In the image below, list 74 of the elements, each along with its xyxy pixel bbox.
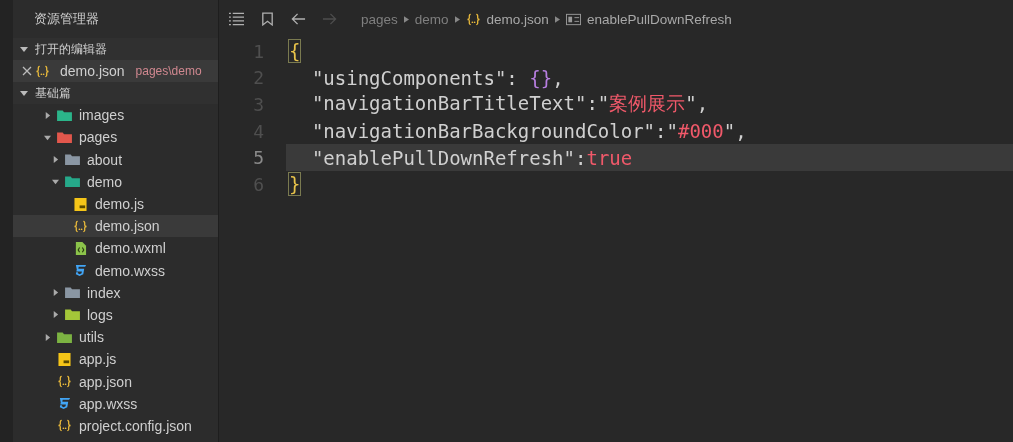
braces-icon <box>35 64 50 78</box>
css-file-icon <box>57 397 72 411</box>
chevron-right-icon <box>403 15 409 23</box>
tree-item[interactable]: app.wxss <box>13 392 218 415</box>
panel-title: 资源管理器 <box>33 10 100 28</box>
code-line: "usingComponents": {}, <box>310 66 564 89</box>
caret-down-icon[interactable] <box>44 133 51 141</box>
chevron-right-icon <box>554 15 560 23</box>
braces-icon <box>57 419 72 433</box>
code-line: "navigationBarTitleText":"案例展示", <box>310 91 709 117</box>
caret-right-icon[interactable] <box>44 111 51 119</box>
file-name: images <box>79 107 125 124</box>
file-name: project.config.json <box>79 417 192 434</box>
file-name: app.json <box>79 373 132 390</box>
code-line: } <box>289 173 301 196</box>
tree-item[interactable]: demo.wxss <box>13 259 218 282</box>
js-file-icon <box>73 197 88 211</box>
file-path: pages\demo <box>135 64 202 79</box>
tree-item[interactable]: images <box>13 104 218 127</box>
file-name: utils <box>79 329 104 346</box>
file-name: demo.json <box>95 218 160 235</box>
file-name: index <box>87 284 121 301</box>
file-name: demo.js <box>95 196 145 213</box>
tree-item[interactable]: project.config.json <box>13 414 218 437</box>
property-icon <box>565 12 581 26</box>
file-name: demo.json <box>60 63 125 80</box>
file-name: about <box>87 151 123 168</box>
file-name: demo <box>87 173 123 190</box>
caret-right-icon[interactable] <box>52 311 59 319</box>
tree-item[interactable]: demo.json <box>13 215 218 238</box>
file-name: pages <box>79 129 118 146</box>
code-file-icon <box>73 241 88 255</box>
tree-item[interactable]: demo.js <box>13 192 218 216</box>
chevron-right-icon <box>454 15 460 23</box>
open-editor-item[interactable]: demo.json pages\demo <box>13 60 218 83</box>
tree-item[interactable]: app.json <box>13 370 218 393</box>
file-name: logs <box>87 306 113 323</box>
caret-down-icon <box>20 45 28 53</box>
braces-icon <box>73 219 88 233</box>
caret-right-icon[interactable] <box>52 156 59 164</box>
section-header[interactable]: 基础篇 <box>13 82 218 105</box>
breadcrumb-item[interactable]: demo <box>414 11 449 27</box>
tree-item[interactable]: demo.wxml <box>13 237 218 260</box>
code-line: "enablePullDownRefresh":true <box>310 146 633 169</box>
file-name: app.js <box>79 351 117 368</box>
tree-item[interactable]: pages <box>13 126 218 149</box>
file-name: demo.wxml <box>95 240 166 257</box>
tree-item[interactable]: demo <box>13 170 218 193</box>
back-arrow-icon[interactable] <box>291 12 306 26</box>
breadcrumb-item[interactable]: enablePullDownRefresh <box>586 11 732 27</box>
file-name: demo.wxss <box>95 262 166 279</box>
close-icon[interactable] <box>22 66 32 77</box>
tree-item[interactable]: app.js <box>13 348 218 371</box>
caret-right-icon[interactable] <box>44 333 51 341</box>
css-file-icon <box>73 264 88 278</box>
code-line: { <box>289 40 301 63</box>
js-file-icon <box>57 352 72 366</box>
bookmark-icon[interactable] <box>260 12 275 26</box>
file-name: app.wxss <box>79 395 138 412</box>
braces-icon <box>57 375 72 389</box>
tree-item[interactable]: index <box>13 281 218 304</box>
breadcrumb-item[interactable]: demo.json <box>486 11 549 27</box>
line-number: 5 <box>252 147 265 169</box>
tree-item[interactable]: about <box>13 148 218 171</box>
braces-icon <box>465 12 481 26</box>
caret-down-icon <box>20 89 28 98</box>
list-icon[interactable] <box>229 12 244 26</box>
tree-item[interactable]: logs <box>13 303 218 327</box>
section-header[interactable]: 打开的编辑器 <box>13 38 218 60</box>
code-line: "navigationBarBackgroundColor":"#000", <box>310 120 747 143</box>
caret-right-icon[interactable] <box>52 289 59 297</box>
breadcrumb-item[interactable]: pages <box>361 11 398 27</box>
tree-item[interactable]: utils <box>13 326 218 349</box>
caret-down-icon[interactable] <box>52 178 59 186</box>
